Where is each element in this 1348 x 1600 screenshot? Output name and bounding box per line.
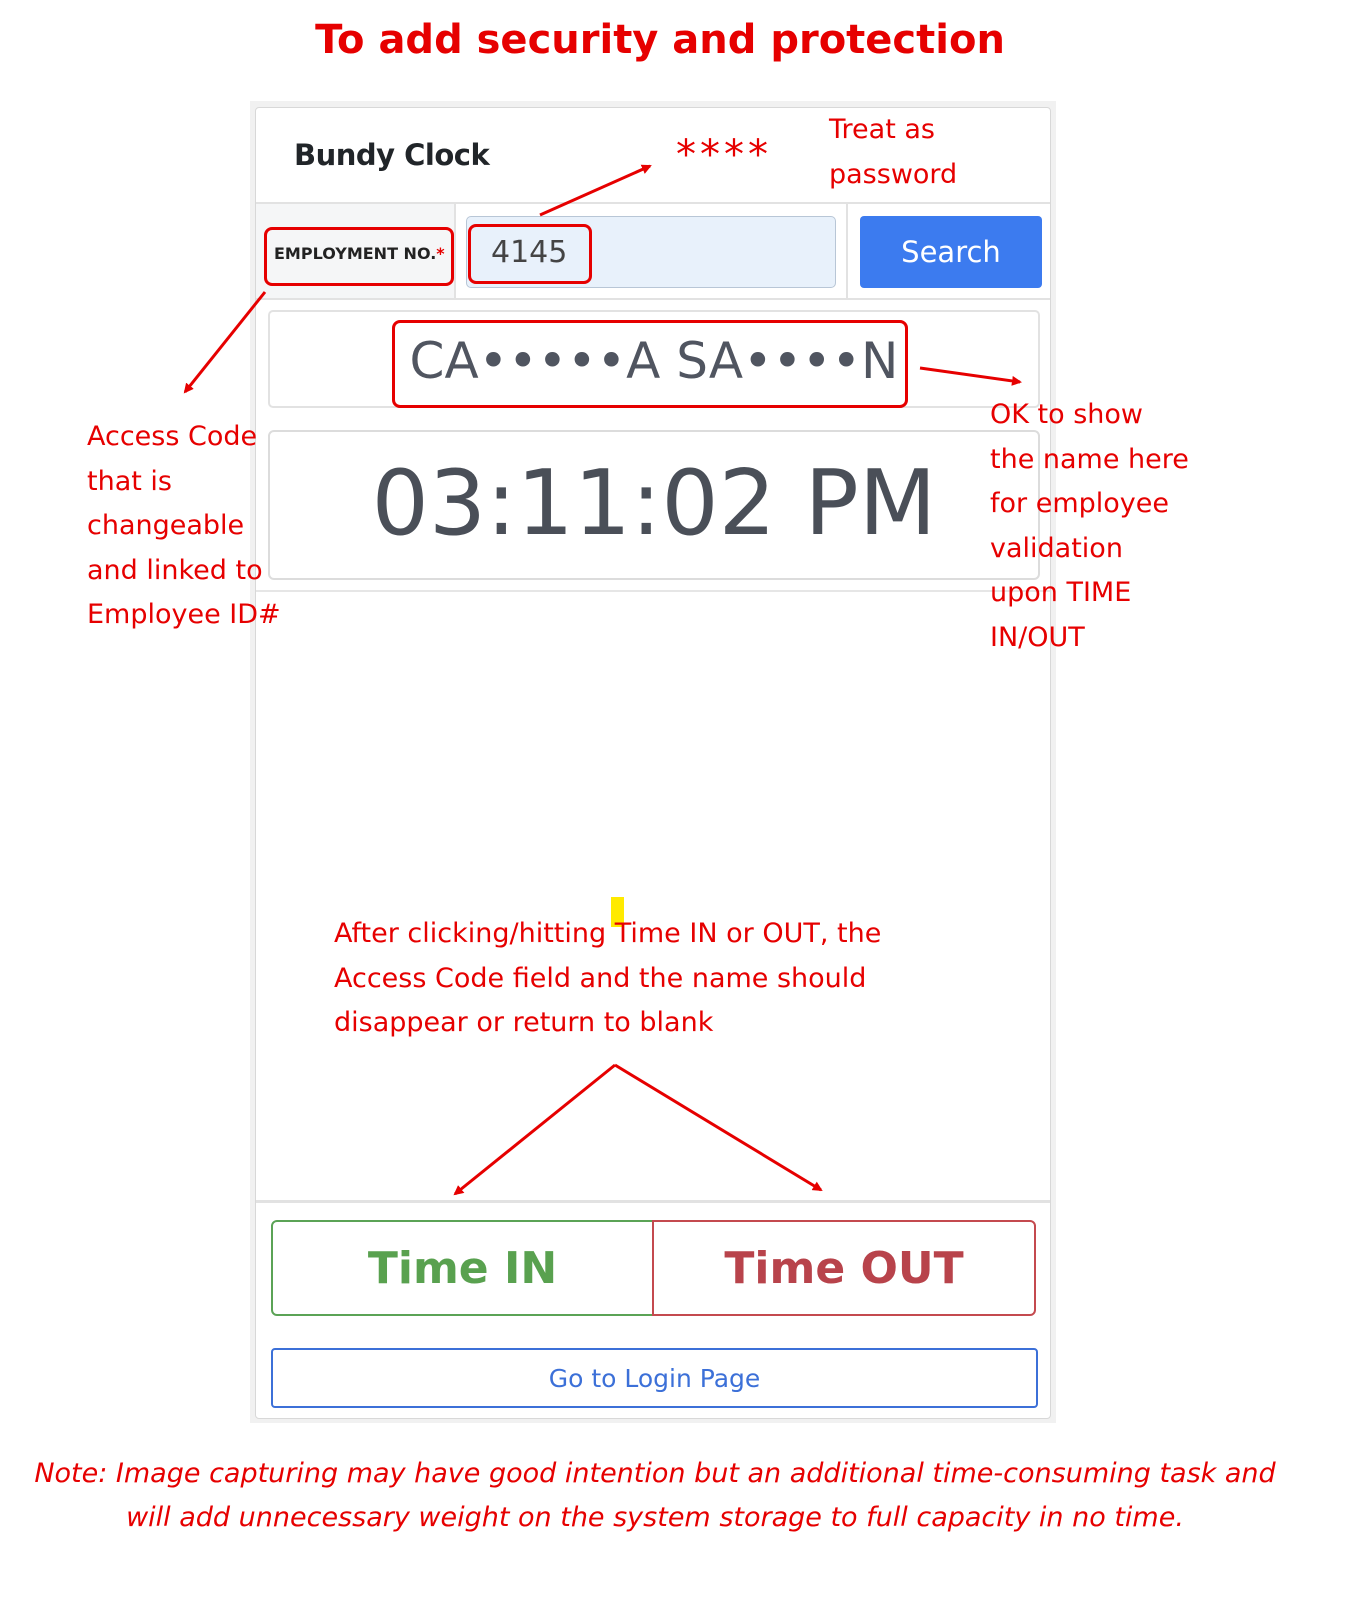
annotation-line: Employee ID# xyxy=(87,599,281,630)
note-line: Note: Image capturing may have good inte… xyxy=(34,1458,1276,1489)
annotation-line: IN/OUT xyxy=(990,621,1085,653)
annotation-line: upon TIME xyxy=(990,577,1132,608)
time-in-button[interactable]: Time IN xyxy=(271,1220,653,1316)
annotation-line: disappear or return to blank xyxy=(334,1007,714,1038)
clock-display: 03:11:02 PM xyxy=(268,430,1040,580)
treat-as-password-annotation: Treat as password xyxy=(829,108,957,197)
divider xyxy=(256,1200,1050,1203)
annotation-line: After clicking/hitting Time IN or OUT, t… xyxy=(334,918,882,949)
annotation-line: validation xyxy=(990,532,1123,564)
clock-time: 03:11:02 PM xyxy=(371,451,937,556)
annotation-line: Access Code xyxy=(87,421,258,452)
search-button[interactable]: Search xyxy=(860,216,1042,288)
annotation-line: Treat as xyxy=(829,114,935,145)
employee-name-highlight xyxy=(392,320,908,408)
annotation-line: the name here xyxy=(990,443,1189,475)
footer-note: Note: Image capturing may have good inte… xyxy=(0,1452,1310,1540)
time-out-button[interactable]: Time OUT xyxy=(652,1220,1036,1316)
page-title: To add security and protection xyxy=(315,17,1005,63)
annotation-line: and linked to xyxy=(87,554,263,586)
annotation-line: OK to show xyxy=(990,399,1144,430)
employment-input-highlight xyxy=(468,224,592,284)
after-clicking-annotation: After clicking/hitting Time IN or OUT, t… xyxy=(334,912,881,1046)
divider xyxy=(256,590,1050,592)
password-stars-annotation: **** xyxy=(676,132,772,178)
annotation-line: for employee xyxy=(990,488,1169,519)
note-line: will add unnecessary weight on the syste… xyxy=(126,1502,1184,1533)
employment-label-highlight xyxy=(264,227,454,286)
brand-title: Bundy Clock xyxy=(294,138,490,172)
ok-to-show-annotation: OK to show the name here for employee va… xyxy=(990,393,1189,660)
access-code-annotation: Access Code that is changeable and linke… xyxy=(87,415,281,638)
bundy-clock-card: Bundy Clock EMPLOYMENT NO.* Search CA•••… xyxy=(255,107,1051,1419)
annotation-line: that is xyxy=(87,465,172,497)
go-to-login-button[interactable]: Go to Login Page xyxy=(271,1348,1038,1408)
annotation-line: changeable xyxy=(87,510,245,541)
annotation-line: password xyxy=(829,158,958,190)
annotation-line: Access Code field and the name should xyxy=(334,962,867,994)
